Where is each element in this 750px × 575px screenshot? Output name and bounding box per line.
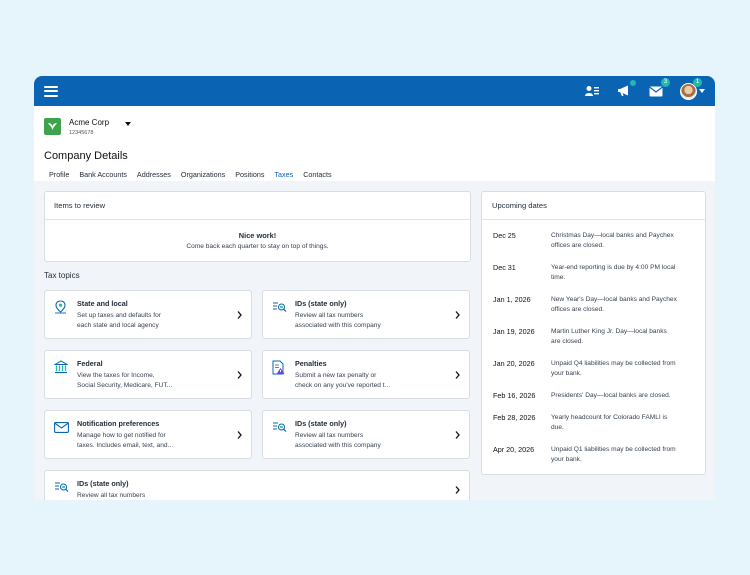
event-desc: Unpaid Q4 liabilities may be collected f… <box>551 360 676 367</box>
topic-desc: Manage how to get notified for <box>77 432 166 439</box>
topic-ids-state-only[interactable]: IDs (state only) Review all tax numbers … <box>262 290 470 339</box>
messages-badge: 3 <box>661 78 670 87</box>
upcoming-dates-card: Upcoming dates Dec 25 Christmas Day—loca… <box>481 191 706 475</box>
contacts-icon[interactable] <box>583 82 601 100</box>
chevron-right-icon <box>455 370 460 379</box>
menu-icon[interactable] <box>44 85 58 97</box>
user-menu[interactable]: 1 <box>679 78 705 100</box>
company-id: 12345678 <box>69 129 94 136</box>
topic-desc: each state and local agency <box>77 322 159 329</box>
topic-title: Notification preferences <box>77 419 160 428</box>
main-content: Items to review Nice work! Come back eac… <box>34 181 715 500</box>
topic-state-and-local[interactable]: State and local Set up taxes and default… <box>44 290 252 339</box>
list-item: Apr 20, 2026 Unpaid Q1 liabilities may b… <box>493 445 698 465</box>
event-date: Jan 20, 2026 <box>493 359 535 368</box>
topic-federal[interactable]: Federal View the taxes for Income, Socia… <box>44 350 252 399</box>
event-desc: New Year's Day—local banks and Paychex <box>551 296 677 303</box>
event-desc: your bank. <box>551 456 582 463</box>
list-item: Jan 20, 2026 Unpaid Q4 liabilities may b… <box>493 359 698 379</box>
chevron-right-icon <box>455 486 460 494</box>
envelope-icon <box>54 420 70 438</box>
company-logo <box>44 118 61 135</box>
event-desc: time. <box>551 274 566 281</box>
chevron-down-icon[interactable] <box>699 89 705 93</box>
topic-desc: associated with this company <box>295 442 381 449</box>
top-nav-icons: 3 1 <box>583 78 705 100</box>
megaphone-icon[interactable] <box>615 80 636 100</box>
items-to-review-card: Items to review Nice work! Come back eac… <box>44 191 471 262</box>
event-date: Jan 1, 2026 <box>493 295 531 304</box>
list-item: Dec 31 Year-end reporting is due by 4:00… <box>493 263 698 283</box>
topic-desc: Review all tax numbers <box>77 492 146 499</box>
chevron-right-icon <box>237 370 242 379</box>
topic-title: State and local <box>77 299 128 308</box>
event-desc: offices are closed. <box>551 306 605 313</box>
id-list-icon <box>54 480 70 498</box>
topic-desc: Submit a new tax penalty or <box>295 372 377 379</box>
upcoming-title: Upcoming dates <box>482 192 705 220</box>
app-window: 3 1 Acme Corp 12345678 Company Details P… <box>34 76 715 500</box>
topic-title: IDs (state only) <box>295 299 347 308</box>
event-desc: Unpaid Q1 liabilities may be collected f… <box>551 446 676 453</box>
event-date: Dec 25 <box>493 231 516 240</box>
topic-title: Penalties <box>295 359 327 368</box>
topic-notification-preferences[interactable]: Notification preferences Manage how to g… <box>44 410 252 459</box>
review-headline: Nice work! <box>238 231 277 240</box>
topic-desc: taxes. Includes email, text, and... <box>77 442 174 449</box>
topic-desc: Review all tax numbers <box>295 432 364 439</box>
event-desc: offices are closed. <box>551 242 605 249</box>
list-item: Feb 16, 2026 Presidents' Day—local banks… <box>493 391 698 401</box>
avatar-badge: 1 <box>693 78 702 87</box>
event-date: Dec 31 <box>493 263 516 272</box>
event-desc: Yearly headcount for Colorado FAMLI is <box>551 414 668 421</box>
event-desc: are closed. <box>551 338 584 345</box>
list-item: Jan 1, 2026 New Year's Day—local banks a… <box>493 295 698 315</box>
list-item: Dec 25 Christmas Day—local banks and Pay… <box>493 231 698 251</box>
topic-desc: Set up taxes and defaults for <box>77 312 161 319</box>
chevron-right-icon <box>237 310 242 319</box>
event-desc: Presidents' Day—local banks are closed. <box>551 392 671 399</box>
top-nav-bar: 3 1 <box>34 76 715 106</box>
topic-desc: associated with this company <box>295 322 381 329</box>
event-desc: due. <box>551 424 564 431</box>
chevron-right-icon <box>455 430 460 439</box>
id-list-icon <box>272 420 288 438</box>
review-message: Come back each quarter to stay on top of… <box>186 243 329 250</box>
event-date: Apr 20, 2026 <box>493 445 535 454</box>
event-date: Feb 16, 2026 <box>493 391 536 400</box>
event-date: Feb 28, 2026 <box>493 413 536 422</box>
avatar[interactable]: 1 <box>679 78 702 100</box>
list-item: Feb 28, 2026 Yearly headcount for Colora… <box>493 413 698 433</box>
page-title: Company Details <box>44 150 128 162</box>
topic-desc: Review all tax numbers <box>295 312 364 319</box>
topic-ids-state-only[interactable]: IDs (state only) Review all tax numbers … <box>262 410 470 459</box>
tax-topics-title: Tax topics <box>44 271 80 280</box>
company-name: Acme Corp <box>69 117 110 127</box>
topic-penalties[interactable]: Penalties Submit a new tax penalty or ch… <box>262 350 470 399</box>
list-item: Jan 19, 2026 Martin Luther King Jr. Day—… <box>493 327 698 347</box>
messages-icon[interactable]: 3 <box>647 78 670 100</box>
event-date: Jan 19, 2026 <box>493 327 535 336</box>
topic-desc: Social Security, Medicare, FUT... <box>77 382 173 389</box>
topic-ids-state-only[interactable]: IDs (state only) Review all tax numbers <box>44 470 470 500</box>
chevron-right-icon <box>455 310 460 319</box>
topic-desc: View the taxes for Income, <box>77 372 155 379</box>
company-switcher[interactable]: Acme Corp 12345678 <box>34 106 715 140</box>
event-desc: Martin Luther King Jr. Day—local banks <box>551 328 667 335</box>
topic-title: IDs (state only) <box>77 479 129 488</box>
event-desc: Christmas Day—local banks and Paychex <box>551 232 674 239</box>
id-list-icon <box>272 300 288 318</box>
topic-title: Federal <box>77 359 103 368</box>
event-desc: Year-end reporting is due by 4:00 PM loc… <box>551 264 676 271</box>
event-desc: your bank. <box>551 370 582 377</box>
location-pin-icon <box>54 300 70 319</box>
notification-dot <box>630 80 636 86</box>
topic-desc: check on any you've reported t... <box>295 382 391 389</box>
penalty-document-icon <box>272 360 288 380</box>
chevron-right-icon <box>237 430 242 439</box>
bank-icon <box>53 360 70 379</box>
topic-title: IDs (state only) <box>295 419 347 428</box>
chevron-down-icon[interactable] <box>125 121 132 126</box>
review-title: Items to review <box>45 192 470 220</box>
